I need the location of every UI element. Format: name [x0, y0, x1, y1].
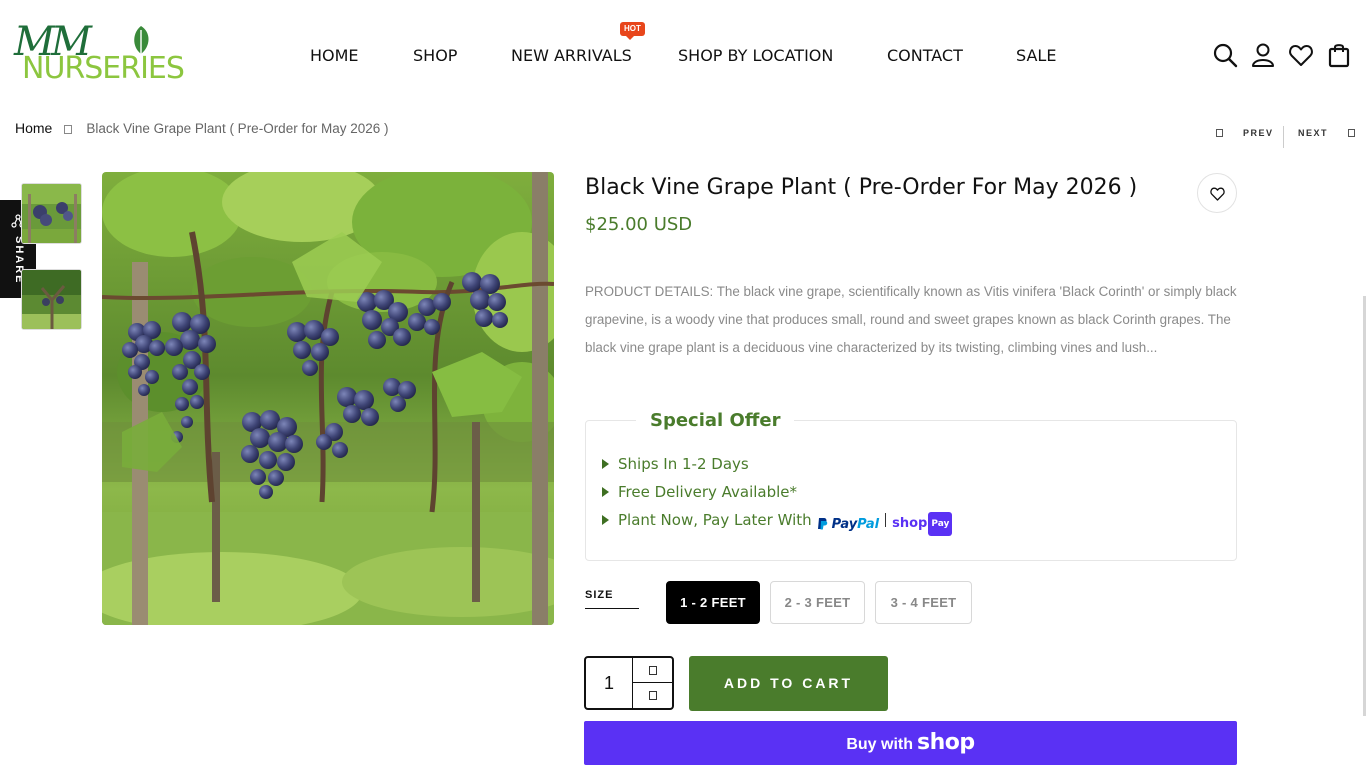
product-description: PRODUCT DETAILS: The black vine grape, s…	[585, 284, 1237, 355]
size-option-3-4-feet[interactable]: 3 - 4 FEET	[875, 581, 972, 624]
chevron-down-icon	[649, 691, 657, 700]
nav-sale[interactable]: SALE	[1016, 44, 1056, 68]
quantity-input[interactable]	[586, 658, 632, 708]
add-to-cart-button[interactable]: ADD TO CART	[689, 656, 888, 711]
heart-outline-icon	[1210, 187, 1225, 201]
paypal-logo: PayPal	[816, 514, 879, 536]
product-title: Black Vine Grape Plant ( Pre-Order For M…	[585, 175, 1138, 200]
special-offer-list: Ships In 1-2 Days Free Delivery Availabl…	[602, 453, 953, 537]
offer-item-label: Free Delivery Available*	[618, 483, 798, 501]
shop-pay-badge: Pay	[928, 512, 953, 536]
nav-shop[interactable]: SHOP	[413, 44, 457, 68]
site-header: MM NURSERIES HOME SHOP NEW ARRIVALS HOT …	[0, 0, 1366, 110]
size-option-2-3-feet[interactable]: 2 - 3 FEET	[770, 581, 865, 624]
product-thumbnail-1[interactable]	[21, 183, 82, 244]
size-label: SIZE	[585, 589, 614, 601]
offer-item-label: Ships In 1-2 Days	[618, 455, 749, 473]
paypal-word-pay: Pay	[831, 517, 858, 532]
size-option-1-2-feet[interactable]: 1 - 2 FEET	[666, 581, 760, 624]
add-to-wishlist-button[interactable]	[1197, 173, 1237, 213]
site-logo[interactable]: MM NURSERIES	[14, 22, 185, 86]
product-thumbnail-2[interactable]	[21, 269, 82, 330]
offer-item-pay-later: Plant Now, Pay Later With PayPal shop Pay	[602, 509, 953, 537]
buy-with-label: Buy with	[846, 736, 914, 753]
quantity-stepper	[584, 656, 674, 710]
product-main-image[interactable]	[102, 172, 554, 625]
breadcrumb: Home Black Vine Grape Plant ( Pre-Order f…	[15, 119, 389, 137]
grape-vine-photo	[102, 172, 554, 625]
logo-nurseries-text: NURSERIES	[22, 51, 185, 86]
heart-icon[interactable]	[1288, 42, 1314, 68]
prev-label: PREV	[1243, 128, 1274, 138]
pager-divider	[1283, 126, 1284, 148]
grape-thumbnail-image	[22, 184, 81, 243]
special-offer-box: Special Offer Ships In 1-2 Days Free Del…	[585, 410, 1237, 561]
chevron-left-icon	[1216, 129, 1223, 137]
nav-home[interactable]: HOME	[310, 44, 359, 68]
breadcrumb-home-link[interactable]: Home	[15, 120, 52, 136]
nav-new-arrivals[interactable]: NEW ARRIVALS	[511, 44, 632, 68]
next-label: NEXT	[1298, 128, 1329, 138]
chevron-up-icon	[649, 666, 657, 675]
offer-item-label: Plant Now, Pay Later With	[618, 511, 812, 529]
header-icons	[1212, 42, 1352, 70]
account-icon[interactable]	[1250, 42, 1276, 68]
offer-item-shipping: Ships In 1-2 Days	[602, 453, 952, 481]
size-label-underline	[585, 608, 639, 609]
prev-product-link[interactable]: PREV	[1216, 128, 1274, 138]
quantity-increase-button[interactable]	[633, 658, 674, 683]
grape-vine-thumbnail-image	[22, 270, 81, 329]
chevron-right-icon	[1348, 129, 1356, 137]
shop-word: shop	[892, 516, 928, 531]
paypal-icon	[817, 518, 827, 530]
quantity-decrease-button[interactable]	[633, 683, 674, 708]
breadcrumb-current: Black Vine Grape Plant ( Pre-Order for M…	[86, 121, 389, 136]
breadcrumb-separator-icon	[64, 125, 73, 134]
offer-item-delivery: Free Delivery Available*	[602, 481, 952, 509]
next-product-link[interactable]: NEXT	[1298, 128, 1356, 138]
shop-brand-label: shop	[917, 730, 975, 755]
product-price: $25.00 USD	[585, 214, 693, 235]
shop-pay-logo: shop Pay	[892, 512, 953, 536]
buy-with-shop-button[interactable]: Buy with shop	[584, 721, 1237, 765]
cart-icon[interactable]	[1326, 42, 1352, 68]
payment-logo-divider	[885, 513, 887, 527]
nav-contact[interactable]: CONTACT	[887, 44, 963, 68]
special-offer-title: Special Offer	[636, 410, 795, 432]
paypal-word-pal: Pal	[857, 517, 880, 532]
hot-badge: HOT	[620, 22, 645, 40]
search-icon[interactable]	[1212, 42, 1238, 68]
nav-shop-by-location[interactable]: SHOP BY LOCATION	[678, 44, 833, 68]
